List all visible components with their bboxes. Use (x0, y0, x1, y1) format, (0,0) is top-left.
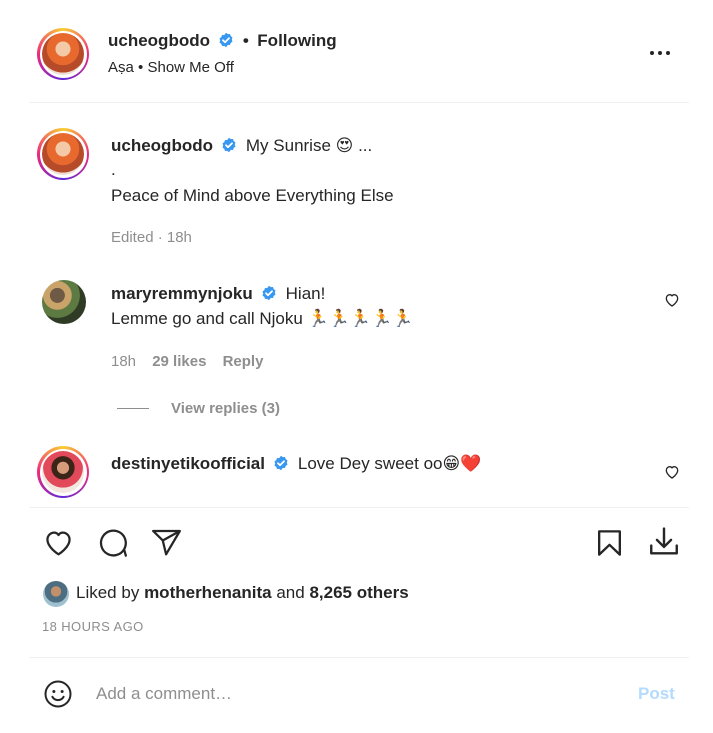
likes-prefix: Liked by (76, 583, 140, 602)
download-icon[interactable] (647, 524, 681, 560)
header-avatar[interactable] (37, 28, 89, 80)
comment-time: 18h (111, 353, 137, 370)
verified-badge-icon (274, 455, 288, 471)
replies-line (117, 408, 149, 409)
header-user-line: ucheogbodo • Following (108, 31, 337, 51)
comment-text-line2: Lemme go and call Njoku 🏃🏃🏃🏃🏃 (111, 309, 414, 328)
audio-track: Show Me Off (147, 59, 234, 76)
verified-badge-icon (222, 137, 236, 153)
comment-first-line: maryremmynjoku Hian! (111, 284, 325, 304)
smiley-icon[interactable] (43, 679, 73, 709)
comment-first-line: destinyetikoofficial Love Dey sweet oo😁❤… (111, 454, 481, 474)
liker-avatar[interactable] (43, 581, 69, 607)
header-separator: • (242, 31, 249, 50)
caption-meta: Edited · 18h (111, 229, 192, 246)
add-comment-input[interactable] (96, 680, 616, 708)
caption-text-line2: . (111, 160, 116, 179)
comment-like-heart-icon[interactable] (664, 464, 680, 480)
likes-summary: Liked by motherhenanita and 8,265 others (76, 583, 409, 603)
comment-like-heart-icon[interactable] (664, 292, 680, 308)
caption-username[interactable]: ucheogbodo (111, 136, 213, 155)
caption-text-line3: Peace of Mind above Everything Else (111, 186, 394, 205)
comment-icon[interactable] (96, 527, 129, 559)
caption-first-line: ucheogbodo My Sunrise 😍 ... (111, 136, 372, 156)
reply-button[interactable]: Reply (223, 353, 264, 370)
view-replies-button[interactable]: View replies (3) (171, 400, 280, 417)
likes-and: and (276, 583, 305, 602)
like-heart-icon[interactable] (42, 527, 75, 559)
comment-username[interactable]: maryremmynjoku (111, 284, 253, 303)
send-icon[interactable] (150, 527, 183, 559)
comment-box-divider (30, 657, 689, 658)
comment-meta: 18h 29 likes Reply (111, 353, 263, 370)
avatar (42, 33, 84, 75)
comment-likes[interactable]: 29 likes (152, 353, 206, 370)
avatar (42, 133, 84, 175)
comments-divider (30, 507, 689, 508)
caption-avatar[interactable] (37, 128, 89, 180)
post-timestamp[interactable]: 18 HOURS AGO (42, 619, 144, 634)
audio-attribution[interactable]: Aṣa • Show Me Off (108, 59, 234, 76)
header-divider (30, 102, 689, 103)
comment-text-line1: Love Dey sweet oo😁❤️ (297, 454, 482, 473)
bookmark-icon[interactable] (594, 527, 625, 559)
following-button[interactable]: Following (257, 31, 336, 50)
verified-badge-icon (262, 285, 276, 301)
comment-text-line1: Hian! (285, 284, 326, 303)
comment-username[interactable]: destinyetikoofficial (111, 454, 265, 473)
verified-badge-icon (219, 32, 233, 48)
audio-separator: • (138, 59, 144, 76)
avatar (42, 451, 84, 493)
audio-artist: Aṣa (108, 59, 134, 76)
comment-avatar[interactable] (42, 280, 86, 324)
liker-username[interactable]: motherhenanita (144, 583, 272, 602)
comment-avatar[interactable] (37, 446, 89, 498)
more-options-icon[interactable] (648, 43, 672, 63)
post-button[interactable]: Post (638, 684, 675, 704)
caption-text-line1: My Sunrise 😍 ... (245, 136, 373, 155)
header-username[interactable]: ucheogbodo (108, 31, 210, 50)
likes-others-count[interactable]: 8,265 others (309, 583, 408, 602)
